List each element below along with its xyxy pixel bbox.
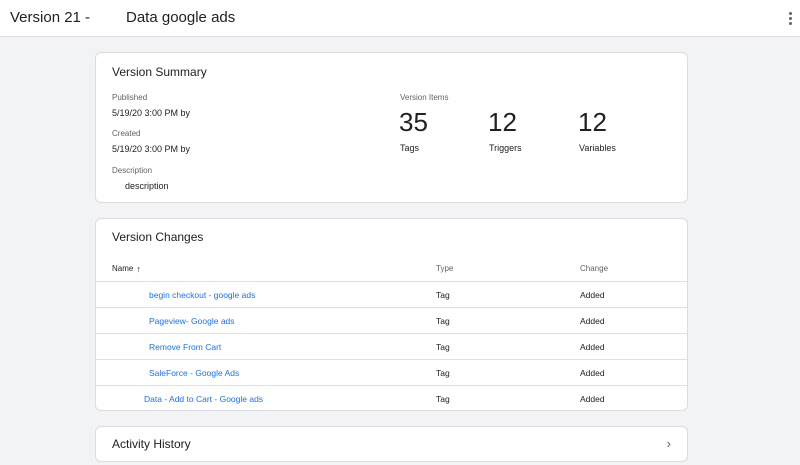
triggers-count-label: Triggers	[489, 143, 522, 153]
activity-history-title: Activity History	[112, 437, 191, 451]
description-label: Description	[112, 166, 153, 175]
created-value: 5/19/20 3:00 PM by	[112, 144, 191, 154]
row-type: Tag	[436, 342, 450, 352]
row-name-link[interactable]: Data - Add to Cart - Google ads	[144, 394, 263, 404]
activity-history-card[interactable]: Activity History ›	[95, 426, 688, 462]
table-row: Data - Add to Cart - Google ads Tag Adde…	[96, 385, 687, 410]
variables-count-label: Variables	[579, 143, 616, 153]
published-label: Published	[112, 93, 148, 102]
tags-count-label: Tags	[400, 143, 420, 153]
triggers-count: 12	[488, 107, 517, 137]
table-header: Name ↑ Type Change	[96, 264, 687, 281]
published-value: 5/19/20 3:00 PM by	[112, 108, 191, 118]
row-name-link[interactable]: Pageview- Google ads	[149, 316, 235, 326]
row-change: Added	[580, 368, 605, 378]
arrow-upward-icon[interactable]: ↑	[136, 264, 141, 274]
column-header-change: Change	[580, 264, 609, 273]
created-label: Created	[112, 129, 141, 138]
version-summary-title: Version Summary	[112, 65, 207, 79]
version-changes-card: Version Changes Name ↑ Type Change begin …	[95, 218, 688, 411]
row-name-link[interactable]: SaleForce - Google Ads	[149, 368, 239, 378]
page-title: Data google ads	[126, 9, 236, 26]
version-changes-title: Version Changes	[112, 230, 204, 244]
row-type: Tag	[436, 368, 450, 378]
version-label: Version 21 -	[10, 9, 91, 26]
column-header-name-label: Name	[112, 264, 134, 273]
row-change: Added	[580, 290, 605, 300]
row-change: Added	[580, 316, 605, 326]
tags-count: 35	[399, 107, 428, 137]
row-type: Tag	[436, 394, 450, 404]
version-summary-card: Version Summary Published 5/19/20 3:00 P…	[95, 52, 688, 203]
variables-count: 12	[578, 107, 607, 137]
table-row: begin checkout - google ads Tag Added	[96, 281, 687, 307]
row-name-link[interactable]: Remove From Cart	[149, 342, 221, 352]
version-items-label: Version Items	[400, 93, 449, 102]
row-type: Tag	[436, 290, 450, 300]
table-row: Remove From Cart Tag Added	[96, 333, 687, 359]
description-value: description	[125, 181, 169, 191]
row-change: Added	[580, 342, 605, 352]
top-bar: Version 21 - Data google ads	[0, 0, 800, 37]
chevron-right-icon[interactable]: ›	[667, 436, 671, 451]
row-change: Added	[580, 394, 605, 404]
table-row: SaleForce - Google Ads Tag Added	[96, 359, 687, 385]
more-vert-icon[interactable]	[784, 7, 796, 29]
table-row: Pageview- Google ads Tag Added	[96, 307, 687, 333]
row-name-link[interactable]: begin checkout - google ads	[149, 290, 255, 300]
column-header-name[interactable]: Name ↑	[112, 264, 141, 274]
row-type: Tag	[436, 316, 450, 326]
column-header-type: Type	[436, 264, 454, 273]
